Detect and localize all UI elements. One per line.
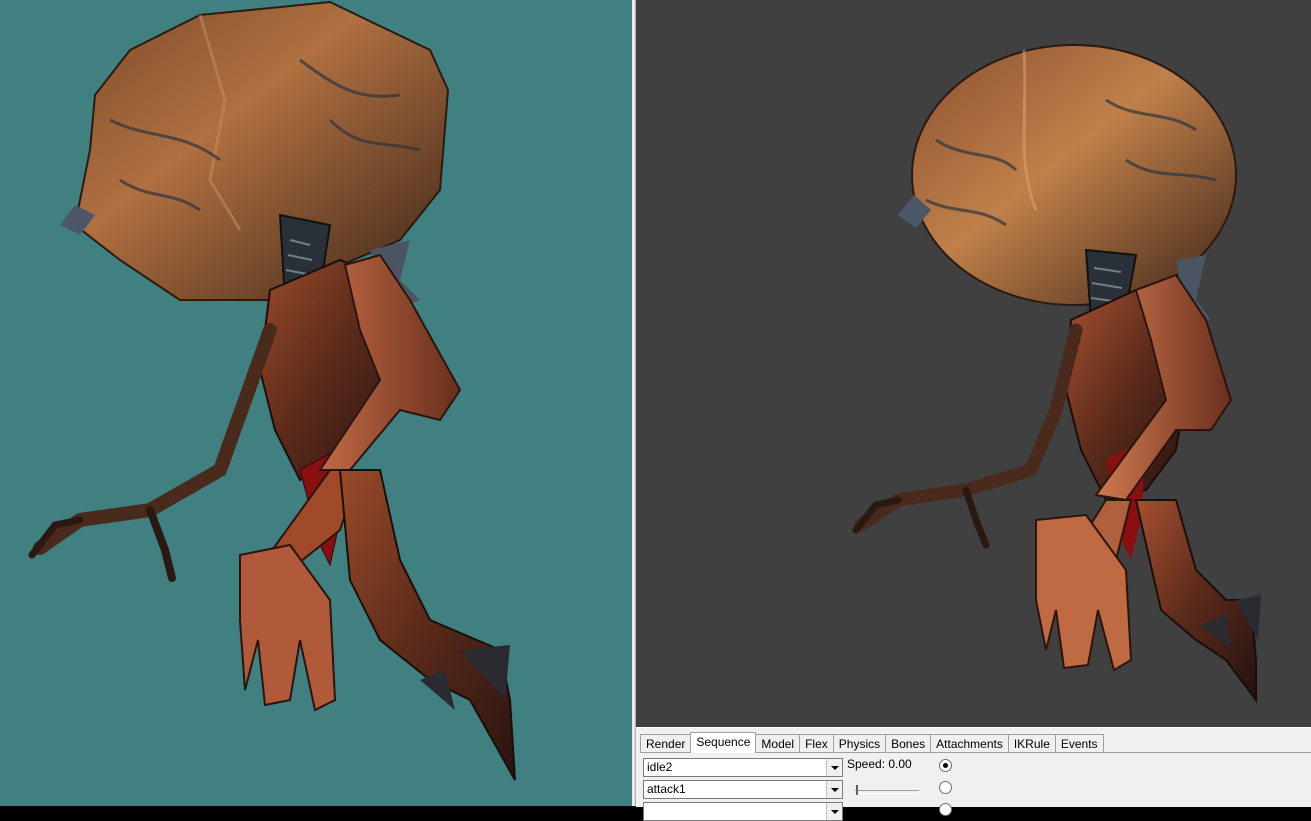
- sequence-radio-2[interactable]: [939, 781, 952, 794]
- slider-track: [855, 790, 919, 794]
- sequence-combo-secondary-value: attack1: [647, 782, 686, 796]
- left-viewport[interactable]: [0, 0, 632, 806]
- slider-thumb[interactable]: [856, 785, 858, 795]
- chevron-down-icon[interactable]: [826, 759, 842, 776]
- control-panel: Render Sequence Model Flex Physics Bones Attac…: [636, 727, 1311, 821]
- chevron-down-icon[interactable]: [826, 781, 842, 798]
- sequence-radio-3[interactable]: [939, 803, 952, 816]
- tab-bones[interactable]: Bones: [885, 734, 932, 753]
- speed-slider[interactable]: [855, 783, 919, 797]
- creature-model-render-left: [28, 0, 516, 781]
- sequence-combo-secondary[interactable]: attack1: [643, 780, 843, 799]
- sequence-combo-primary-value: idle2: [647, 760, 673, 774]
- tab-sequence[interactable]: Sequence: [690, 732, 757, 753]
- creature-model-render-right: [852, 44, 1261, 703]
- tab-events[interactable]: Events: [1054, 734, 1104, 753]
- sequence-radio-1[interactable]: [939, 759, 952, 772]
- tab-model[interactable]: Model: [755, 734, 801, 753]
- tab-attachments[interactable]: Attachments: [930, 734, 1009, 753]
- tab-flex[interactable]: Flex: [799, 734, 834, 753]
- sequence-combo-third[interactable]: [643, 802, 843, 821]
- tab-physics[interactable]: Physics: [832, 734, 887, 753]
- tab-strip: Render Sequence Model Flex Physics Bones Attac…: [640, 732, 1104, 753]
- speed-label: Speed: 0.00: [847, 757, 912, 771]
- tab-render[interactable]: Render: [640, 734, 692, 753]
- tab-ikrule[interactable]: IKRule: [1007, 734, 1056, 753]
- right-viewport[interactable]: [636, 0, 1311, 727]
- sequence-combo-primary[interactable]: idle2: [643, 758, 843, 777]
